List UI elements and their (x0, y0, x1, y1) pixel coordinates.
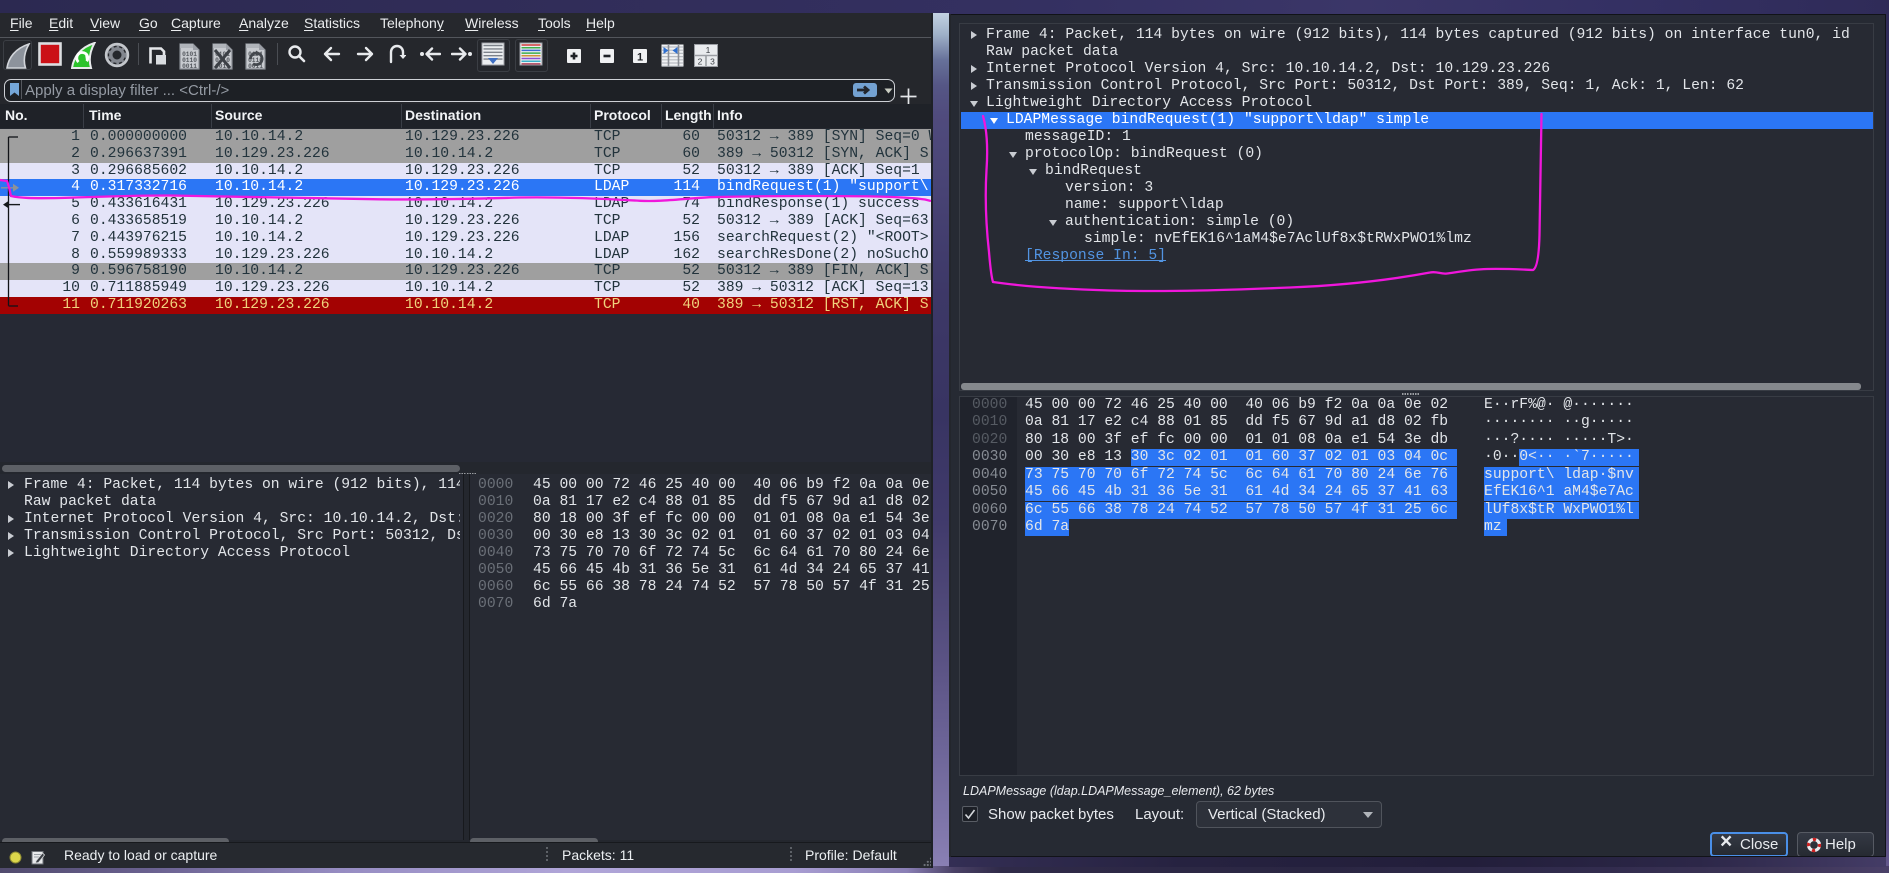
svg-text:1: 1 (637, 52, 643, 64)
svg-text:1: 1 (706, 45, 711, 55)
svg-text:2: 2 (698, 57, 703, 67)
svg-text:3: 3 (710, 57, 715, 67)
svg-text:0011: 0011 (182, 63, 197, 70)
